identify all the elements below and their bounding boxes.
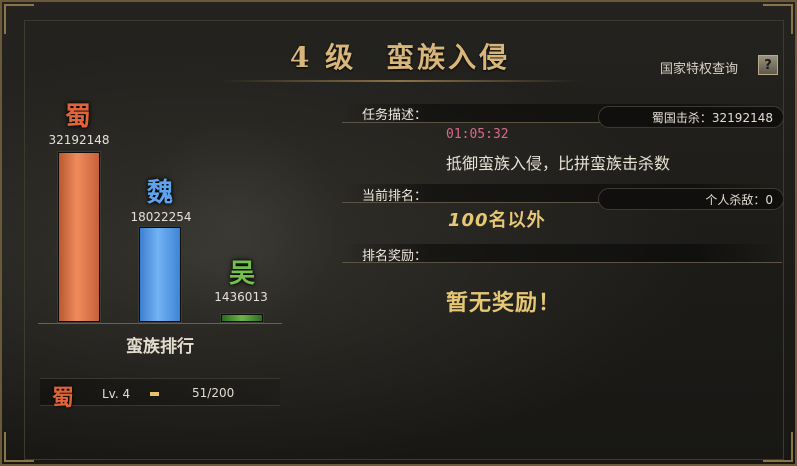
kingdom-bar-wei — [139, 227, 181, 322]
kingdom-bar-shu — [58, 152, 100, 322]
rank-suffix: 名以外 — [488, 210, 546, 231]
task-description: 抵御蛮族入侵，比拼蛮族击杀数 — [446, 154, 671, 173]
player-level: Lv. 4 — [102, 387, 131, 401]
kingdom-name-shu: 蜀 — [64, 102, 91, 132]
event-name: 蛮族入侵 — [386, 41, 511, 74]
rank-label: 当前排名： — [362, 189, 428, 204]
help-button[interactable]: ? — [758, 55, 778, 75]
player-kingdom: 蜀 — [52, 385, 75, 411]
page-title: 4 级蛮族入侵 — [200, 36, 600, 76]
privilege-query-link[interactable]: 国家特权查询 — [660, 58, 738, 77]
chart-baseline — [38, 323, 282, 324]
kingdom-name-wei: 魏 — [146, 178, 173, 208]
kingdom-bar-wu — [221, 314, 263, 322]
ranking-title: 蛮族排行 — [126, 337, 194, 357]
shu-kill-count: 蜀国击杀：32192148 — [598, 106, 784, 128]
current-rank: 100名以外 — [448, 206, 546, 232]
countdown-timer: 01:05:32 — [446, 127, 509, 142]
exp-progress-fill — [150, 392, 159, 396]
kingdom-kills-wei: 18022254 — [130, 210, 192, 224]
kingdom-kills-shu: 32192148 — [48, 133, 110, 147]
player-exp-text: 51/200 — [192, 386, 235, 400]
personal-kill-count: 个人杀敌：0 — [598, 188, 784, 210]
event-level: 4 级 — [289, 41, 357, 74]
kingdom-name-wu: 吴 — [228, 259, 255, 289]
exp-progress-bar — [150, 392, 184, 396]
rank-number: 100 — [448, 210, 489, 231]
kingdom-kills-wu: 1436013 — [214, 290, 268, 304]
reward-text: 暂无奖励！ — [446, 291, 562, 316]
task-label: 任务描述： — [362, 108, 428, 123]
reward-label: 排名奖励： — [362, 249, 428, 264]
title-divider — [220, 80, 580, 82]
